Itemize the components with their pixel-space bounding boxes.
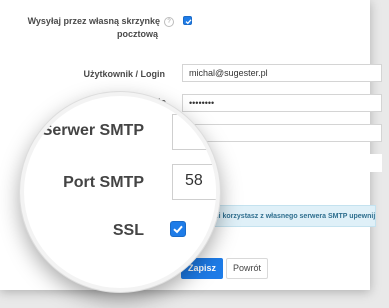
own-mailbox-label-line2: pocztową [116, 29, 158, 39]
smtp-port-input-magnified[interactable]: 58 [172, 164, 216, 200]
password-input[interactable]: •••••••• [182, 94, 382, 112]
user-login-label: Użytkownik / Login [83, 69, 165, 79]
back-button[interactable]: Powrót [226, 258, 268, 279]
smtp-port-label-magnified: Port SMTP [63, 174, 144, 191]
ssl-checkbox-magnified[interactable] [170, 221, 186, 237]
own-mailbox-checkbox[interactable] [183, 16, 192, 25]
user-login-input[interactable]: michal@sugester.pl [182, 64, 382, 82]
own-mailbox-label: Wysyłaj przez własną skrzynkę pocztową [20, 15, 160, 41]
smtp-server-input-magnified[interactable] [172, 114, 216, 150]
smtp-port-value-magnified: 58 [185, 172, 203, 189]
ssl-label-magnified: SSL [112, 222, 144, 239]
magnifier-lens: Serwer SMTP Port SMTP 58 SSL [20, 92, 220, 292]
info-alert-text: Jeśli korzystasz z własnego serwera SMTP… [205, 213, 376, 220]
own-mailbox-label-line1: Wysyłaj przez własną skrzynkę [27, 16, 160, 26]
smtp-server-label-magnified: Serwer SMTP [41, 122, 144, 139]
help-icon[interactable]: ? [164, 17, 174, 27]
